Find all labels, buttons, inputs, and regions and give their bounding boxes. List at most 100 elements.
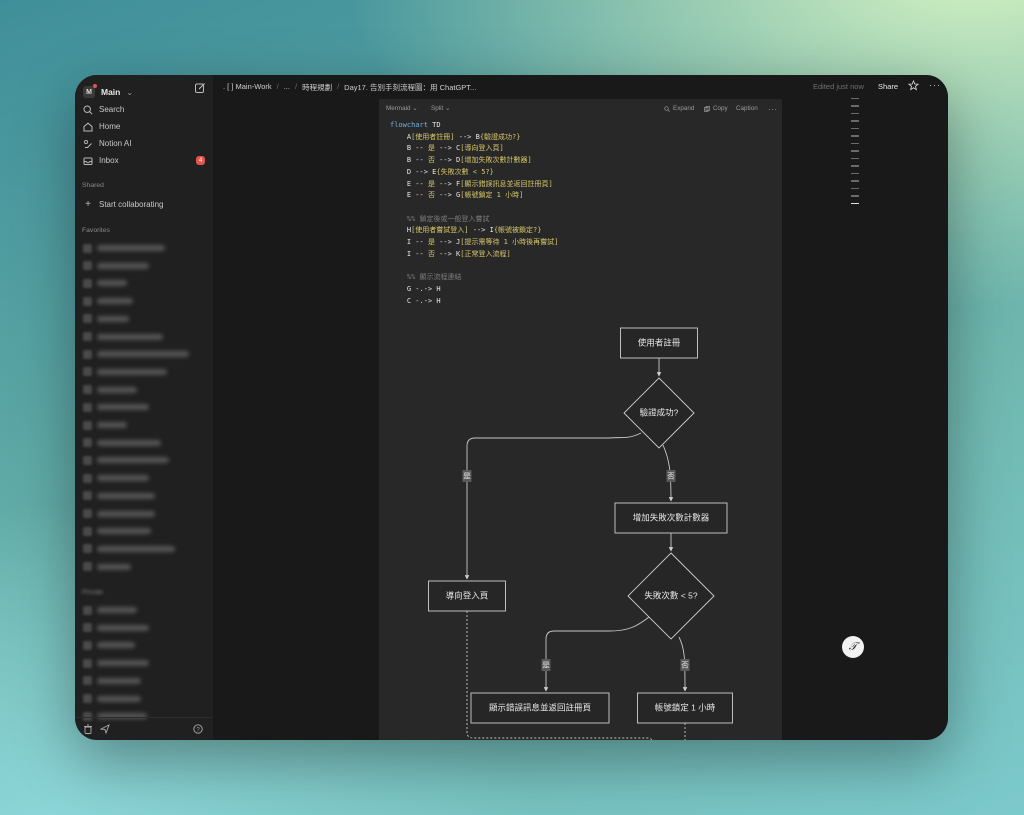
flow-node-c: 導向登入頁 xyxy=(428,580,506,612)
flow-node-e: 失敗次數 < 5? xyxy=(627,552,715,640)
page-title-obscured xyxy=(97,386,137,393)
node-label: 導向登入頁 xyxy=(446,590,489,600)
page-icon xyxy=(83,694,92,703)
breadcrumb-separator: / xyxy=(294,82,298,91)
page-icon xyxy=(83,385,92,395)
sidebar-page-item[interactable] xyxy=(83,694,141,704)
sidebar-item-label: Notion AI xyxy=(99,139,132,148)
search-icon xyxy=(83,104,93,115)
edge-label-text: 是 xyxy=(542,660,550,669)
breadcrumb-item[interactable]: ... xyxy=(284,82,290,93)
page-title-obscured xyxy=(97,422,127,428)
sidebar-page-item[interactable] xyxy=(83,491,155,501)
notion-ai-fab-icon[interactable]: 𝒯 xyxy=(842,636,864,658)
sidebar-page-item[interactable] xyxy=(83,314,129,324)
sidebar-item-home[interactable]: Home xyxy=(81,118,207,135)
page-icon xyxy=(83,562,92,572)
sidebar-page-item[interactable] xyxy=(83,658,149,668)
page-title-obscured xyxy=(97,642,135,649)
page-icon xyxy=(83,676,92,686)
page-icon xyxy=(83,544,92,554)
mermaid-code-block: Mermaid ⌄ Split ⌄ Expand Copy Caption ··… xyxy=(379,99,782,740)
page-title-obscured xyxy=(97,439,161,446)
breadcrumb: . [ ] Main-Work / ... / 時程規劃 / Day17. 告別… xyxy=(223,82,476,93)
outline-tick xyxy=(851,127,859,130)
sidebar-page-item[interactable] xyxy=(83,605,137,615)
chevron-down-icon: ⌄ xyxy=(126,87,134,97)
sidebar-page-item[interactable] xyxy=(83,526,151,536)
page-title-obscured xyxy=(97,695,141,702)
sidebar-page-item[interactable] xyxy=(83,402,149,412)
new-page-icon[interactable] xyxy=(194,82,206,94)
sidebar-page-item[interactable] xyxy=(83,640,135,650)
page-title-obscured xyxy=(97,333,163,340)
sidebar: M Main ⌄ Search Home Notion AI Inbox 4 S… xyxy=(75,75,213,740)
page-title-obscured xyxy=(97,351,189,358)
sidebar-page-item[interactable] xyxy=(83,367,167,377)
page-icon xyxy=(83,420,92,430)
edge-label-no: 否 xyxy=(680,659,690,671)
node-label: 失敗次數 < 5? xyxy=(644,590,697,600)
shared-heading: Shared xyxy=(82,182,104,189)
page-title-obscured xyxy=(97,404,149,411)
page-icon xyxy=(83,640,92,650)
page-icon xyxy=(83,455,92,465)
flow-node-g: 帳號鎖定 1 小時 xyxy=(637,692,733,724)
sidebar-page-item[interactable] xyxy=(83,349,189,359)
sidebar-page-item[interactable] xyxy=(83,509,155,519)
sidebar-page-item[interactable] xyxy=(83,455,169,465)
sidebar-page-item[interactable] xyxy=(83,473,149,483)
page-icon xyxy=(83,473,92,483)
page-title-obscured xyxy=(97,660,149,667)
outline-tick xyxy=(851,135,859,137)
sidebar-item-notion-ai[interactable]: Notion AI xyxy=(81,135,207,152)
page-title-obscured xyxy=(97,677,141,684)
star-icon[interactable] xyxy=(908,80,919,91)
breadcrumb-item[interactable]: 時程規劃 xyxy=(302,82,332,93)
page-icon xyxy=(83,243,92,253)
sidebar-item-search[interactable]: Search xyxy=(81,101,207,118)
trash-icon[interactable] xyxy=(83,724,93,734)
outline-tick xyxy=(851,187,859,190)
sidebar-page-item[interactable] xyxy=(83,562,131,572)
sidebar-page-item[interactable] xyxy=(83,438,161,448)
page-outline-indicator[interactable] xyxy=(851,98,859,211)
main-content: . [ ] Main-Work / ... / 時程規劃 / Day17. 告別… xyxy=(213,75,948,740)
sidebar-page-item[interactable] xyxy=(83,243,165,253)
send-icon[interactable] xyxy=(100,724,110,734)
sidebar-page-item[interactable] xyxy=(83,296,133,306)
app-window: M Main ⌄ Search Home Notion AI Inbox 4 S… xyxy=(75,75,948,740)
page-icon xyxy=(83,278,92,288)
sidebar-page-item[interactable] xyxy=(83,676,141,686)
workspace-avatar: M xyxy=(83,84,97,98)
sidebar-page-item[interactable] xyxy=(83,623,149,633)
flow-node-d: 增加失敗次數計數器 xyxy=(614,502,728,534)
page-icon xyxy=(83,314,92,324)
page-icon xyxy=(83,658,92,668)
sidebar-page-item[interactable] xyxy=(83,278,127,288)
outline-tick xyxy=(851,142,859,145)
page-icon xyxy=(83,296,92,306)
sidebar-page-item[interactable] xyxy=(83,420,127,430)
breadcrumb-separator: / xyxy=(337,82,340,91)
edge-label-no: 否 xyxy=(666,470,676,482)
breadcrumb-item[interactable]: Day17. 告別手刻流程圖：用 ChatGPT... xyxy=(344,82,476,93)
help-icon[interactable]: ? xyxy=(193,724,203,734)
breadcrumb-item[interactable]: . [ ] Main-Work xyxy=(223,82,272,93)
home-icon xyxy=(83,122,93,131)
sidebar-page-item[interactable] xyxy=(83,332,163,342)
workspace-switcher[interactable]: M Main ⌄ xyxy=(83,82,133,102)
sidebar-footer: ? xyxy=(75,717,213,740)
edge-label-text: 否 xyxy=(667,471,675,480)
outline-tick xyxy=(851,150,859,152)
share-button[interactable]: Share xyxy=(878,82,898,91)
start-collaborating-button[interactable]: + Start collaborating xyxy=(81,196,207,213)
sidebar-item-inbox[interactable]: Inbox 4 xyxy=(81,152,207,169)
outline-tick xyxy=(851,165,859,167)
sidebar-page-item[interactable] xyxy=(83,544,175,554)
more-options-icon[interactable]: ··· xyxy=(929,80,941,90)
sidebar-page-item[interactable] xyxy=(83,385,137,395)
node-label: 增加失敗次數計數器 xyxy=(633,512,710,522)
sidebar-page-item[interactable] xyxy=(83,261,149,271)
page-icon xyxy=(83,509,92,518)
